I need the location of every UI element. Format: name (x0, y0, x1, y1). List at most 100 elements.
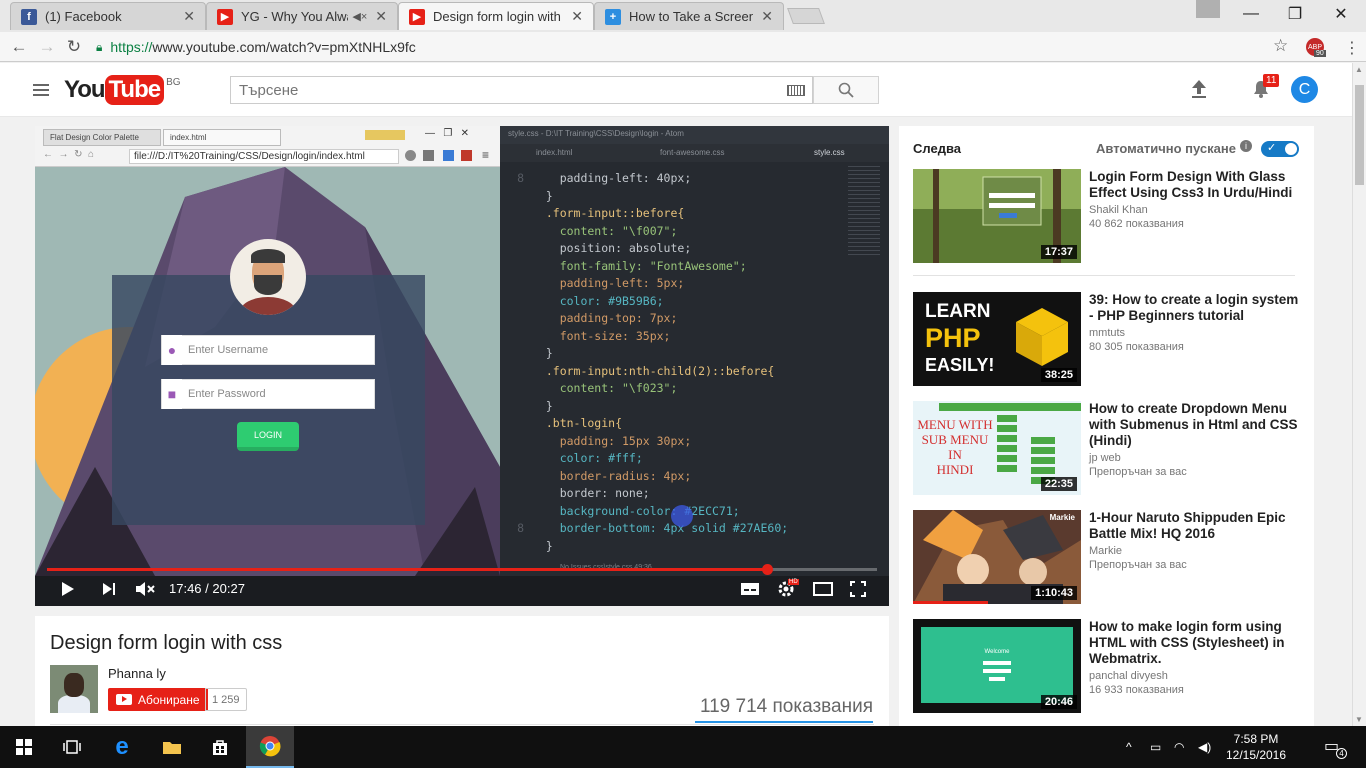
thumbnail-menu-bar (939, 403, 1081, 411)
close-tab-icon[interactable]: ✕ (375, 8, 387, 25)
check-icon: ✓ (1267, 142, 1277, 154)
video-thumbnail[interactable]: Markie 1:10:43 (913, 510, 1081, 604)
minimize-icon[interactable]: — (1228, 0, 1274, 28)
related-video-item[interactable]: 17:37 Login Form Design With Glass Effec… (913, 169, 1303, 263)
fullscreen-icon[interactable] (850, 578, 866, 600)
forward-icon[interactable]: → (36, 36, 58, 58)
muted-audio-icon[interactable]: ◀× (352, 10, 367, 23)
new-tab-button[interactable] (787, 8, 825, 24)
back-icon[interactable]: ← (8, 36, 30, 58)
search-input[interactable] (230, 76, 813, 104)
autoplay-toggle[interactable]: ✓ (1261, 141, 1299, 157)
related-video-channel: jp web (1089, 452, 1121, 464)
theater-mode-icon[interactable] (813, 578, 833, 600)
youtube-logo[interactable]: You Tube BG (64, 75, 181, 105)
code-line: border-radius: 4px; (500, 468, 788, 486)
search-button[interactable] (813, 76, 879, 104)
video-thumbnail[interactable]: Welcome 20:46 (913, 619, 1081, 713)
windows-start-icon[interactable] (0, 726, 48, 768)
video-frame-badge (365, 130, 405, 140)
browser-tab-yg[interactable]: ▶ YG - Why You Always ◀× ✕ (206, 2, 398, 30)
code-text: border-bottom: 4px solid #27AE60; (532, 521, 789, 535)
chrome-menu-icon[interactable]: ⋮ (1344, 38, 1360, 58)
search-icon (838, 82, 854, 98)
show-hidden-icons-chevron[interactable]: ^ (1126, 740, 1132, 754)
thumbnail-submenu (997, 415, 1017, 475)
page-scrollbar[interactable]: ▲ ▼ (1352, 63, 1366, 726)
related-video-item[interactable]: MENU WITH SUB MENU IN HINDI 22:35 How to… (913, 401, 1303, 495)
code-line: padding: 15px 30px; (500, 433, 788, 451)
related-video-item[interactable]: Welcome 20:46 How to make login form usi… (913, 619, 1303, 713)
scroll-thumb[interactable] (1355, 85, 1364, 185)
close-tab-icon[interactable]: ✕ (183, 8, 195, 25)
related-video-item[interactable]: Markie 1:10:43 1-Hour Naruto Shippuden E… (913, 510, 1303, 604)
channel-avatar[interactable] (50, 665, 98, 713)
volume-icon[interactable]: ◀) (1198, 740, 1211, 754)
next-icon[interactable] (102, 578, 116, 600)
channel-name[interactable]: Phanna ly (108, 666, 166, 681)
video-thumbnail[interactable]: LEARN PHP EASILY! 38:25 (913, 292, 1081, 386)
close-tab-icon[interactable]: ✕ (571, 8, 583, 25)
code-text: } (532, 188, 553, 203)
code-text: padding-left: 5px; (532, 276, 685, 290)
progress-played (47, 568, 768, 571)
code-line: } (500, 188, 788, 206)
video-thumbnail[interactable]: 17:37 (913, 169, 1081, 263)
lock-icon: 🔒︎ (96, 39, 103, 54)
related-video-meta: Препоръчан за вас (1089, 466, 1187, 478)
related-video-title[interactable]: How to create Dropdown Menu with Submenu… (1089, 401, 1303, 449)
video-player[interactable]: Flat Design Color Palette index.html — ❐… (35, 126, 889, 606)
edge-browser-icon[interactable]: e (98, 726, 146, 768)
password-placeholder: Enter Password (188, 388, 266, 400)
youtube-icon: ▶ (217, 8, 233, 25)
play-icon[interactable] (61, 578, 75, 600)
browser-tab-screenshot[interactable]: + How to Take a Screenshc ✕ (594, 2, 784, 30)
account-avatar[interactable]: C (1291, 76, 1318, 103)
scroll-up-icon[interactable]: ▲ (1355, 65, 1363, 74)
thumbnail-text: EASILY! (925, 355, 995, 375)
adblock-count: 90 (1314, 50, 1326, 57)
address-bar-row: ← → ↻ 🔒︎ https:// www.youtube.com/watch?… (0, 32, 1366, 62)
battery-icon[interactable]: ▭ (1150, 740, 1161, 754)
related-video-item[interactable]: LEARN PHP EASILY! 38:25 39: How to creat… (913, 292, 1303, 386)
reload-icon[interactable]: ↻ (63, 36, 85, 58)
related-video-title[interactable]: 39: How to create a login system - PHP B… (1089, 292, 1303, 324)
related-video-title[interactable]: How to make login form using HTML with C… (1089, 619, 1303, 667)
line-number: 8 (517, 521, 524, 535)
logo-you: You (64, 76, 106, 103)
file-explorer-icon[interactable] (148, 726, 196, 768)
code-editor: style.css - D:\IT Training\CSS\Design\lo… (500, 126, 889, 576)
line-number: 8 (517, 171, 524, 185)
chrome-taskbar-icon[interactable] (246, 726, 294, 768)
muted-volume-icon[interactable] (135, 578, 155, 600)
restore-icon[interactable]: ❐ (1272, 0, 1318, 28)
info-icon[interactable]: i (1240, 140, 1252, 152)
browser-tab-facebook[interactable]: f (1) Facebook ✕ (10, 2, 206, 30)
editor-minimap (848, 166, 880, 256)
guide-menu-icon[interactable] (33, 84, 49, 99)
user-avatar-illustration (230, 239, 306, 315)
username-placeholder: Enter Username (188, 344, 269, 356)
code-line: position: absolute; (500, 240, 788, 258)
autoplay-label: Автоматично пускане (1096, 141, 1236, 156)
related-video-title[interactable]: 1-Hour Naruto Shippuden Epic Battle Mix!… (1089, 510, 1303, 542)
upload-icon[interactable] (1190, 79, 1208, 105)
video-thumbnail[interactable]: MENU WITH SUB MENU IN HINDI 22:35 (913, 401, 1081, 495)
system-clock[interactable]: 7:58 PM 12/15/2016 (1224, 731, 1288, 763)
keyboard-icon[interactable] (787, 85, 805, 96)
subtitles-icon[interactable] (740, 578, 760, 600)
browser-tab-design-form[interactable]: ▶ Design form login with c ✕ (398, 2, 594, 30)
address-input[interactable]: 🔒︎ https:// www.youtube.com/watch?v=pmXt… (96, 36, 1296, 58)
close-window-icon[interactable]: ✕ (1318, 0, 1364, 28)
wifi-icon[interactable]: ◠ (1174, 740, 1184, 754)
task-view-icon[interactable] (48, 726, 96, 768)
bookmark-star-icon[interactable]: ☆ (1273, 36, 1288, 56)
scroll-down-icon[interactable]: ▼ (1355, 715, 1363, 724)
close-tab-icon[interactable]: ✕ (761, 8, 773, 25)
code-text: padding-left: 40px; (532, 171, 692, 185)
subscribe-button[interactable]: Абониране (108, 688, 208, 711)
profile-button[interactable] (1196, 0, 1220, 18)
store-icon[interactable] (196, 726, 244, 768)
related-video-title[interactable]: Login Form Design With Glass Effect Usin… (1089, 169, 1303, 201)
divider (50, 724, 874, 725)
